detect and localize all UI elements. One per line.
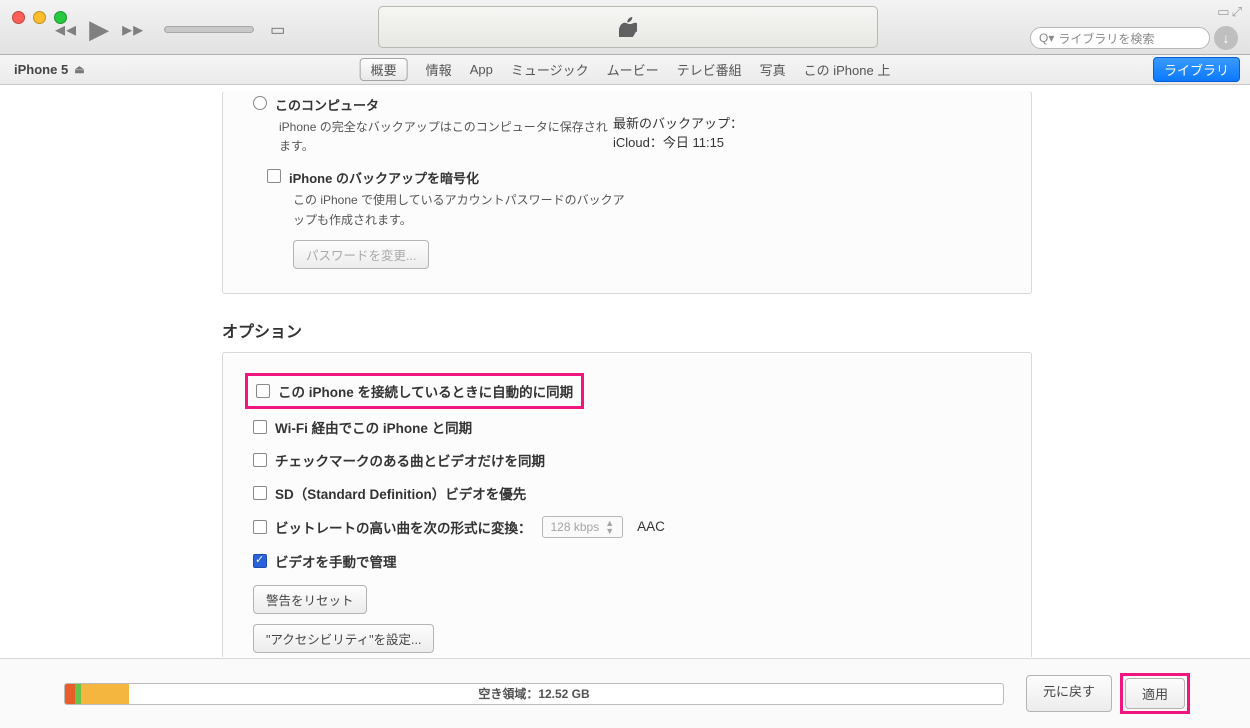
checkbox-icon[interactable] bbox=[253, 554, 267, 568]
bitrate-format: AAC bbox=[637, 519, 665, 534]
stepper-arrows-icon: ▲▼ bbox=[605, 519, 614, 535]
bitrate-select[interactable]: 128 kbps ▲▼ bbox=[542, 516, 624, 538]
summary-content: このコンピュータ iPhone の完全なバックアップはこのコンピュータに保存され… bbox=[0, 85, 1250, 657]
tab-info[interactable]: 情報 bbox=[426, 60, 452, 79]
encrypt-backup-row[interactable]: iPhone のバックアップを暗号化 bbox=[267, 168, 1001, 187]
option-bitrate-row[interactable]: ビットレートの高い曲を次の形式に変換： 128 kbps ▲▼ AAC bbox=[253, 516, 1001, 538]
search-placeholder: ライブラリを検索 bbox=[1058, 30, 1154, 47]
option-wifi-sync-label: Wi-Fi 経由でこの iPhone と同期 bbox=[275, 417, 472, 437]
configure-accessibility-button[interactable]: "アクセシビリティ"を設定... bbox=[253, 624, 434, 653]
device-tabbar: iPhone 5 ⏏ 概要 情報 App ミュージック ムービー テレビ番組 写… bbox=[0, 55, 1250, 85]
library-button[interactable]: ライブラリ bbox=[1153, 57, 1240, 82]
option-checked-only-label: チェックマークのある曲とビデオだけを同期 bbox=[275, 450, 545, 470]
prev-track-icon[interactable]: ◂◂ bbox=[55, 17, 77, 42]
tab-photo[interactable]: 写真 bbox=[760, 60, 786, 79]
play-icon[interactable]: ▶ bbox=[89, 14, 110, 45]
volume-slider[interactable] bbox=[164, 26, 254, 33]
capacity-bar: 空き領域：12.52 GB bbox=[64, 683, 1004, 705]
checkbox-icon[interactable] bbox=[253, 453, 267, 467]
eject-icon[interactable]: ⏏ bbox=[74, 63, 84, 76]
tab-on-this-iphone[interactable]: この iPhone 上 bbox=[804, 60, 891, 79]
checkbox-icon[interactable] bbox=[253, 520, 267, 534]
latest-backup-heading: 最新のバックアップ： bbox=[613, 113, 743, 132]
apple-logo-icon bbox=[619, 17, 637, 37]
option-manual-video-label: ビデオを手動で管理 bbox=[275, 551, 397, 571]
search-icon: Q▾ bbox=[1039, 31, 1054, 45]
option-sd-pref-label: SD（Standard Definition）ビデオを優先 bbox=[275, 483, 526, 503]
download-arrow-icon: ↓ bbox=[1223, 30, 1230, 46]
tab-summary[interactable]: 概要 bbox=[360, 58, 408, 81]
minimize-window-icon[interactable] bbox=[33, 11, 46, 24]
checkbox-icon[interactable] bbox=[267, 169, 281, 183]
bottom-bar: 空き領域：12.52 GB 元に戻す 適用 bbox=[0, 658, 1250, 728]
option-wifi-sync-row[interactable]: Wi-Fi 経由でこの iPhone と同期 bbox=[253, 417, 1001, 437]
apply-button[interactable]: 適用 bbox=[1125, 678, 1185, 709]
tab-app[interactable]: App bbox=[470, 62, 493, 77]
window-mode-buttons: ▭ ⤢ bbox=[1217, 4, 1242, 20]
highlight-auto-sync: この iPhone を接続しているときに自動的に同期 bbox=[245, 373, 584, 409]
now-playing-lcd bbox=[378, 6, 878, 48]
option-sd-pref-row[interactable]: SD（Standard Definition）ビデオを優先 bbox=[253, 483, 1001, 503]
checkbox-icon[interactable] bbox=[253, 420, 267, 434]
miniplayer-icon[interactable]: ▭ bbox=[1217, 4, 1229, 20]
device-tabs: 概要 情報 App ミュージック ムービー テレビ番組 写真 この iPhone… bbox=[360, 58, 891, 81]
latest-backup-value: iCloud：今日 11:15 bbox=[613, 132, 743, 151]
search-input[interactable]: Q▾ ライブラリを検索 bbox=[1030, 27, 1210, 49]
encrypt-backup-desc: この iPhone で使用しているアカウントパスワードのバックアップも作成されま… bbox=[293, 191, 633, 229]
device-name-label[interactable]: iPhone 5 ⏏ bbox=[14, 62, 85, 77]
option-auto-sync-label: この iPhone を接続しているときに自動的に同期 bbox=[278, 381, 573, 401]
revert-button[interactable]: 元に戻す bbox=[1026, 675, 1112, 712]
backup-this-computer-label: このコンピュータ bbox=[275, 95, 379, 114]
airplay-icon[interactable]: ▭ bbox=[270, 20, 285, 40]
options-panel: この iPhone を接続しているときに自動的に同期 Wi-Fi 経由でこの i… bbox=[222, 352, 1032, 657]
radio-icon[interactable] bbox=[253, 96, 267, 110]
option-manual-video-row[interactable]: ビデオを手動で管理 bbox=[253, 551, 1001, 571]
bottom-buttons: 元に戻す 適用 bbox=[1026, 675, 1188, 712]
window-chrome: ◂◂ ▶ ▸▸ ▭ ▭ ⤢ Q▾ ライブラリを検索 ↓ bbox=[0, 0, 1250, 55]
fullscreen-icon[interactable]: ⤢ bbox=[1232, 4, 1242, 20]
option-auto-sync-row[interactable]: この iPhone を接続しているときに自動的に同期 bbox=[253, 378, 1001, 404]
option-bitrate-label: ビットレートの高い曲を次の形式に変換： bbox=[275, 517, 532, 537]
tab-movie[interactable]: ムービー bbox=[607, 60, 659, 79]
checkbox-icon[interactable] bbox=[256, 384, 270, 398]
encrypt-backup-label: iPhone のバックアップを暗号化 bbox=[289, 168, 479, 187]
playback-controls: ◂◂ ▶ ▸▸ ▭ bbox=[55, 14, 285, 45]
backup-this-computer-desc: iPhone の完全なバックアップはこのコンピュータに保存されます。 bbox=[279, 118, 619, 156]
capacity-free-label: 空き領域：12.52 GB bbox=[65, 685, 1003, 702]
backup-this-computer-row[interactable]: このコンピュータ bbox=[253, 95, 1001, 114]
close-window-icon[interactable] bbox=[12, 11, 25, 24]
tab-music[interactable]: ミュージック bbox=[511, 60, 589, 79]
next-track-icon[interactable]: ▸▸ bbox=[122, 17, 144, 42]
option-checked-only-row[interactable]: チェックマークのある曲とビデオだけを同期 bbox=[253, 450, 1001, 470]
highlight-apply: 適用 bbox=[1120, 673, 1190, 714]
tab-tv[interactable]: テレビ番組 bbox=[677, 60, 742, 79]
bitrate-value: 128 kbps bbox=[551, 520, 600, 534]
change-password-button[interactable]: パスワードを変更... bbox=[293, 240, 429, 269]
latest-backup-info: 最新のバックアップ： iCloud：今日 11:15 bbox=[613, 113, 743, 151]
checkbox-icon[interactable] bbox=[253, 486, 267, 500]
options-heading: オプション bbox=[222, 318, 1250, 342]
reset-warnings-button[interactable]: 警告をリセット bbox=[253, 585, 367, 614]
downloads-button[interactable]: ↓ bbox=[1214, 26, 1238, 50]
backup-panel: このコンピュータ iPhone の完全なバックアップはこのコンピュータに保存され… bbox=[222, 91, 1032, 294]
